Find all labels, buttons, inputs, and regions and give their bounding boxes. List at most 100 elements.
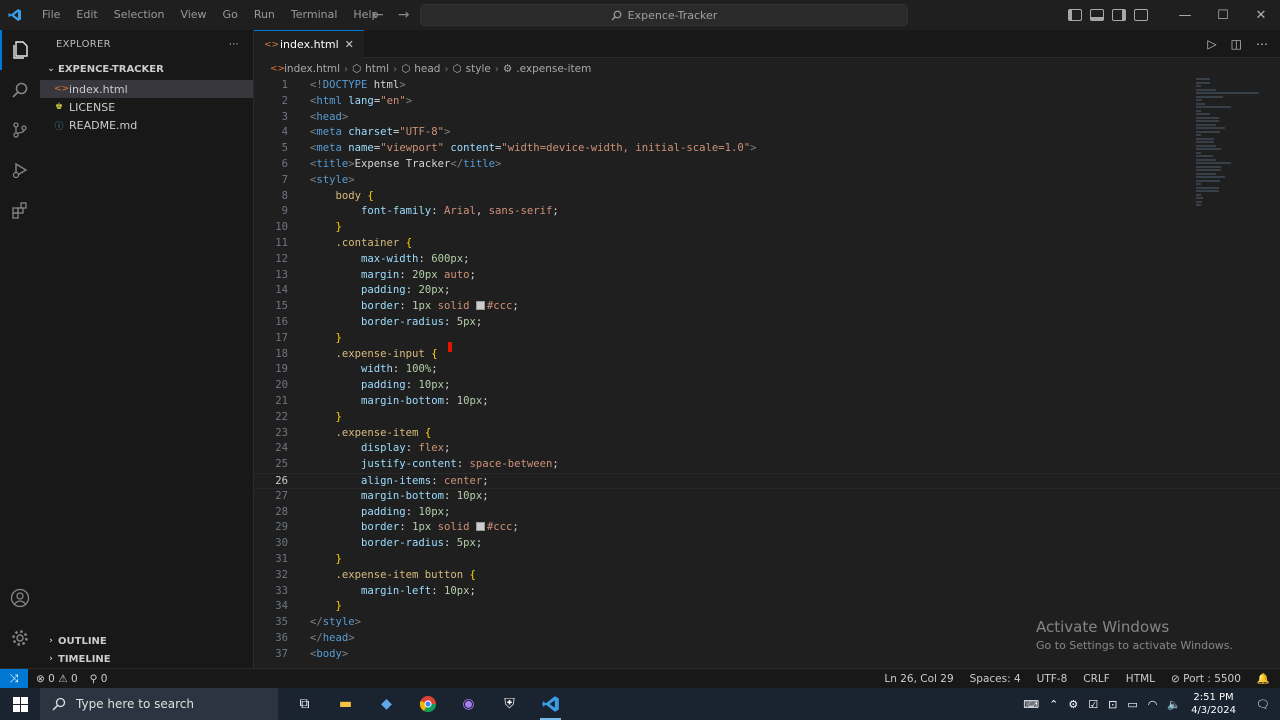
code-line[interactable]: 27 margin-bottom: 10px; — [254, 489, 1280, 505]
code-line[interactable]: 34 } — [254, 599, 1280, 615]
breadcrumb-item[interactable]: style — [466, 63, 491, 75]
more-actions-icon[interactable]: ⋯ — [229, 39, 239, 50]
code-line[interactable]: 26 align-items: center; — [254, 472, 1280, 489]
tray-app-icon[interactable]: ⚙ — [1068, 698, 1078, 711]
tab-index-html[interactable]: <> index.html ✕ — [254, 30, 364, 58]
code-line[interactable]: 16 border-radius: 5px; — [254, 315, 1280, 331]
code-line[interactable]: 20 padding: 10px; — [254, 378, 1280, 394]
start-button[interactable] — [0, 688, 40, 720]
source-control-button[interactable] — [0, 110, 40, 150]
show-hidden-icons-icon[interactable]: ⌃ — [1049, 698, 1058, 711]
menu-file[interactable]: File — [34, 0, 68, 30]
encoding[interactable]: UTF-8 — [1037, 673, 1068, 685]
remote-indicator[interactable]: ⤨ — [0, 668, 28, 689]
clock[interactable]: 2:51 PM 4/3/2024 — [1191, 691, 1236, 717]
code-line[interactable]: 5 <meta name="viewport" content="width=de… — [254, 141, 1280, 157]
menu-edit[interactable]: Edit — [68, 0, 105, 30]
code-line[interactable]: 6 <title>Expense Tracker</title> — [254, 157, 1280, 173]
code-line[interactable]: 31 } — [254, 552, 1280, 568]
security-button[interactable]: ⛨ — [489, 688, 530, 720]
settings-button[interactable] — [0, 618, 40, 658]
timeline-section[interactable]: › TIMELINE — [40, 649, 254, 669]
code-line[interactable]: 8 body { — [254, 189, 1280, 205]
github-desktop-button[interactable]: ◉ — [448, 688, 489, 720]
live-server-port[interactable]: ⊘ Port : 5500 — [1171, 673, 1241, 685]
file-item-readme[interactable]: ⓘ README.md — [40, 116, 253, 134]
code-line[interactable]: 21 margin-bottom: 10px; — [254, 394, 1280, 410]
language-mode[interactable]: HTML — [1126, 673, 1155, 685]
code-line[interactable]: 1 <!DOCTYPE html> — [254, 78, 1280, 94]
account-button[interactable] — [0, 578, 40, 618]
tray-app-icon[interactable]: ⊡ — [1108, 698, 1117, 711]
indentation[interactable]: Spaces: 4 — [970, 673, 1021, 685]
code-line[interactable]: 11 .container { — [254, 236, 1280, 252]
menu-view[interactable]: View — [172, 0, 214, 30]
breadcrumb-item[interactable]: head — [414, 63, 440, 75]
code-line[interactable]: 33 margin-left: 10px; — [254, 584, 1280, 600]
code-editor[interactable]: 1 <!DOCTYPE html> 2 <html lang="en"> 3 <head>… — [254, 78, 1280, 668]
end-of-line[interactable]: CRLF — [1083, 673, 1110, 685]
keyboard-layout-icon[interactable]: ⌨ — [1023, 698, 1039, 711]
code-line[interactable]: 24 display: flex; — [254, 441, 1280, 457]
vscode-button[interactable] — [530, 688, 571, 720]
code-line[interactable]: 28 padding: 10px; — [254, 505, 1280, 521]
workspace-folder[interactable]: ⌄ EXPENCE-TRACKER — [40, 58, 253, 80]
outline-section[interactable]: › OUTLINE — [40, 631, 254, 651]
tray-app-icon[interactable]: ☑ — [1088, 698, 1098, 711]
restore-button[interactable]: ☐ — [1204, 0, 1242, 30]
wifi-icon[interactable]: ◠ — [1148, 698, 1158, 711]
taskbar-search[interactable]: Type here to search — [40, 688, 278, 720]
store-button[interactable]: ◆ — [366, 688, 407, 720]
menu-go[interactable]: Go — [215, 0, 246, 30]
file-explorer-button[interactable]: ▬ — [325, 688, 366, 720]
task-view-button[interactable]: ⧉ — [284, 688, 325, 720]
explorer-button[interactable] — [0, 30, 40, 70]
close-tab-icon[interactable]: ✕ — [345, 38, 354, 51]
volume-icon[interactable]: 🔈 — [1167, 698, 1181, 711]
code-line[interactable]: 9 font-family: Arial, sans-serif; — [254, 204, 1280, 220]
ports-indicator[interactable]: ⚲ 0 — [90, 673, 108, 685]
back-arrow-icon[interactable]: ← — [372, 7, 384, 23]
menu-terminal[interactable]: Terminal — [283, 0, 346, 30]
menu-selection[interactable]: Selection — [106, 0, 173, 30]
menu-run[interactable]: Run — [246, 0, 283, 30]
minimize-button[interactable]: — — [1166, 0, 1204, 30]
color-swatch-icon[interactable] — [475, 301, 485, 311]
notification-center-button[interactable]: 🗨 — [1246, 698, 1280, 711]
toggle-panel-icon[interactable] — [1090, 9, 1104, 21]
code-line[interactable]: 15 border: 1px solid #ccc; — [254, 299, 1280, 315]
minimap[interactable] — [1196, 78, 1266, 208]
breadcrumb-item[interactable]: html — [365, 63, 389, 75]
search-button[interactable] — [0, 70, 40, 110]
code-line[interactable]: 2 <html lang="en"> — [254, 94, 1280, 110]
code-line[interactable]: 32 .expense-item button { — [254, 568, 1280, 584]
breadcrumb-item[interactable]: index.html — [284, 63, 340, 75]
code-line[interactable]: 18 .expense-input { — [254, 347, 1280, 363]
close-window-button[interactable]: ✕ — [1242, 0, 1280, 30]
toggle-primary-sidebar-icon[interactable] — [1068, 9, 1082, 21]
color-swatch-icon[interactable] — [475, 522, 485, 532]
extensions-button[interactable] — [0, 190, 40, 230]
forward-arrow-icon[interactable]: → — [398, 7, 410, 23]
code-line[interactable]: 17 } — [254, 331, 1280, 347]
code-line[interactable]: 19 width: 100%; — [254, 362, 1280, 378]
run-icon[interactable]: ▷ — [1207, 37, 1216, 51]
breadcrumb-item[interactable]: .expense-item — [516, 63, 591, 75]
code-line[interactable]: 14 padding: 20px; — [254, 283, 1280, 299]
code-line[interactable]: 13 margin: 20px auto; — [254, 268, 1280, 284]
code-line[interactable]: 4 <meta charset="UTF-8"> — [254, 125, 1280, 141]
code-line[interactable]: 22 } — [254, 410, 1280, 426]
code-line[interactable]: 10 } — [254, 220, 1280, 236]
code-line[interactable]: 25 justify-content: space-between; — [254, 457, 1280, 473]
code-line[interactable]: 29 border: 1px solid #ccc; — [254, 520, 1280, 536]
code-line[interactable]: 7 <style> — [254, 173, 1280, 189]
battery-icon[interactable]: ▭ — [1127, 698, 1137, 711]
run-debug-button[interactable] — [0, 150, 40, 190]
more-actions-icon[interactable]: ⋯ — [1256, 37, 1268, 51]
toggle-secondary-sidebar-icon[interactable] — [1112, 9, 1126, 21]
split-editor-icon[interactable]: ◫ — [1231, 37, 1242, 51]
command-center[interactable]: Expence-Tracker — [420, 4, 908, 26]
chrome-button[interactable] — [407, 688, 448, 720]
code-line[interactable]: 3 <head> — [254, 110, 1280, 126]
customize-layout-icon[interactable] — [1134, 9, 1148, 21]
